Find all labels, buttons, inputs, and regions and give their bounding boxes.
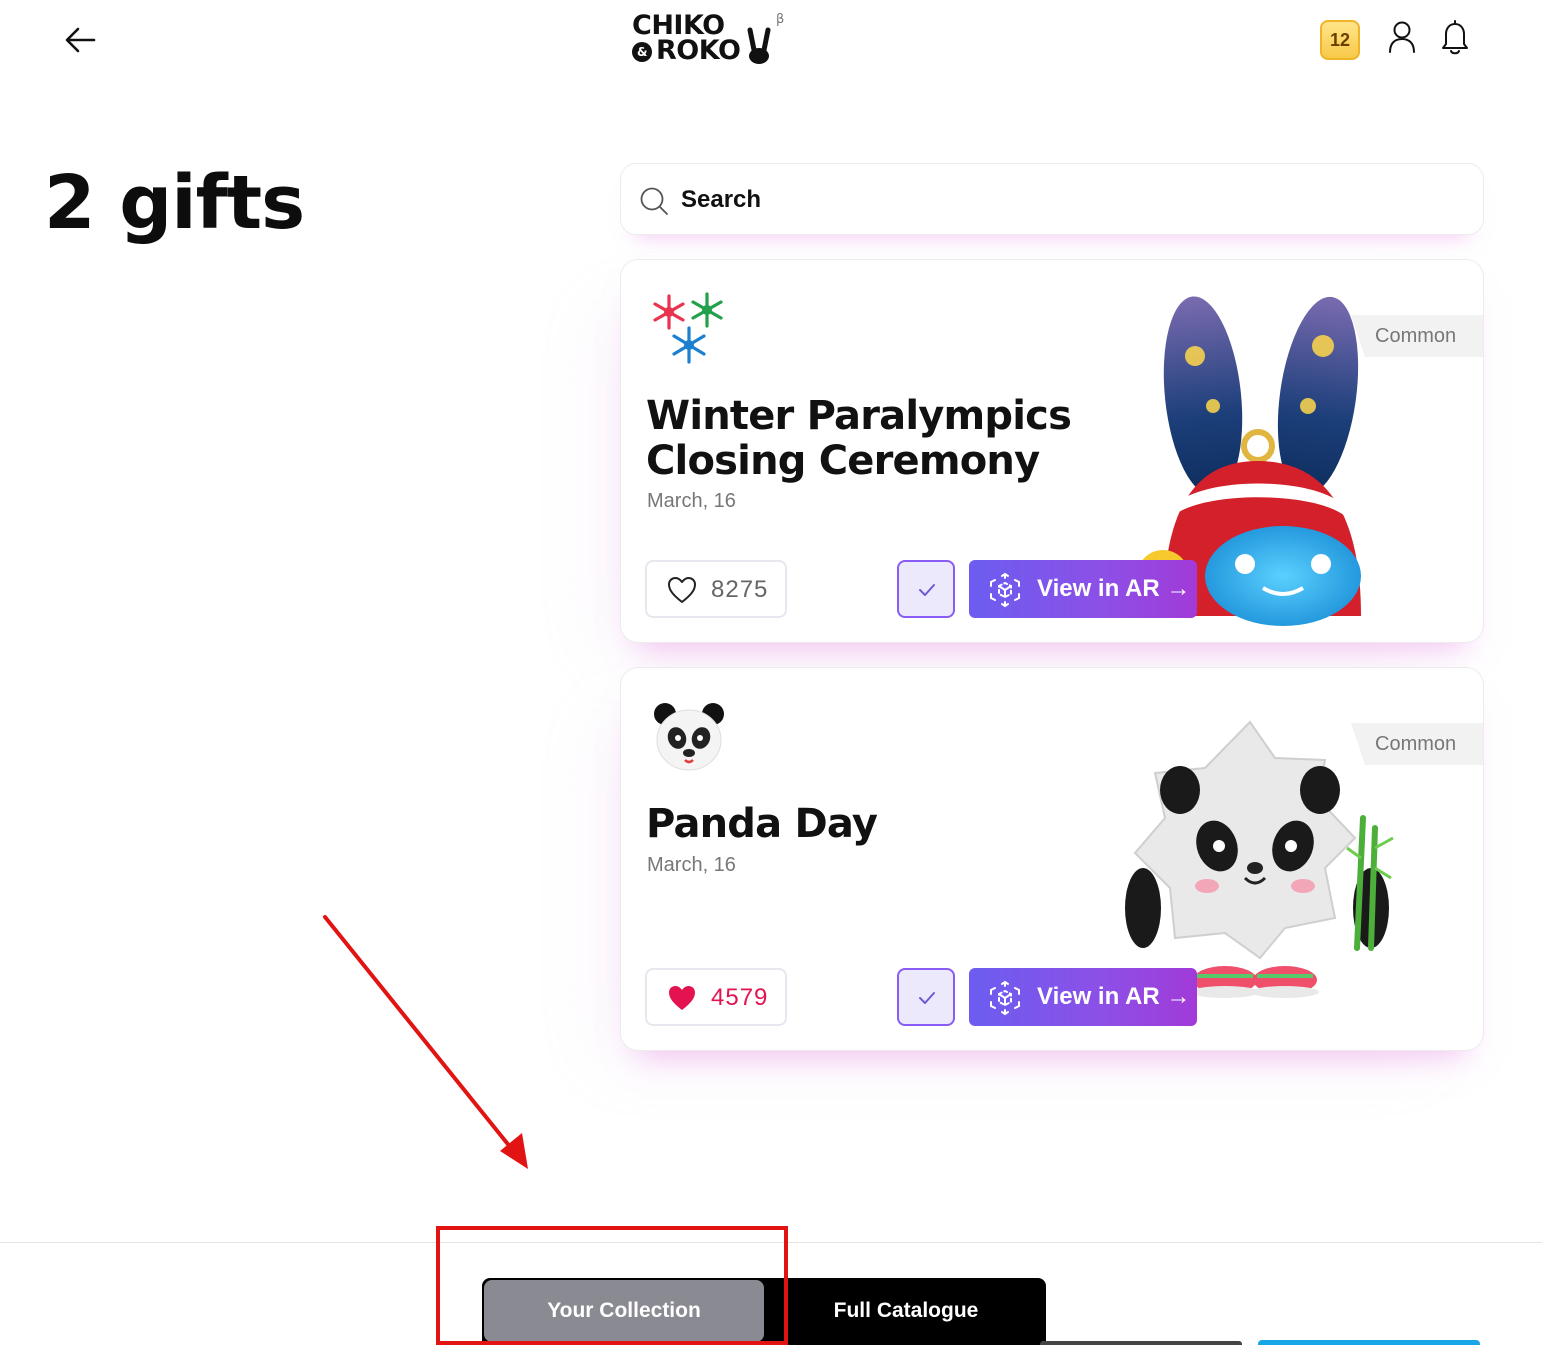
beta-label: β [776,12,785,27]
coin-counter-badge[interactable]: 12 [1320,20,1360,60]
app-logo[interactable]: CHIKO & ROKO β [632,10,792,68]
gift-date: March, 16 [647,490,736,512]
checkmark-icon [919,584,935,596]
heart-filled-icon [669,986,695,1010]
profile-button[interactable] [1386,20,1418,54]
back-button[interactable] [60,22,100,58]
page-title: 2 gifts [44,160,305,246]
bunny-ears-icon [747,27,771,64]
bell-icon [1442,20,1468,55]
search-icon [640,187,668,215]
ar-button-label: View in AR → [1037,983,1191,1010]
ar-cube-icon [990,572,1020,608]
tab-full-catalogue[interactable]: Full Catalogue [766,1280,1046,1342]
snowflakes-icon [653,292,723,364]
tab-your-collection[interactable]: Your Collection [484,1280,764,1342]
ar-button-label: View in AR → [1037,575,1191,602]
view-in-ar-button[interactable]: View in AR → [969,560,1197,618]
view-in-ar-button[interactable]: View in AR → [969,968,1197,1026]
search-bar[interactable] [620,163,1484,235]
logo-line-2: ROKO [656,35,741,66]
notifications-button[interactable] [1440,20,1470,56]
panda-face-icon [654,703,724,771]
gift-date: March, 16 [647,854,736,876]
panda-figure-image [1125,720,1394,998]
search-input[interactable] [681,180,1461,220]
checkmark-icon [919,992,935,1004]
bottom-bar-edge-blue [1258,1340,1480,1345]
heart-outline-icon [668,577,696,603]
logo-ampersand: & [632,42,652,62]
like-count: 4579 [711,984,769,1011]
gift-title: Winter Paralympics Closing Ceremony [646,393,1072,484]
bottom-bar-edge [1040,1341,1242,1345]
gift-card[interactable]: Panda Day March, 16 Common 4579 View in … [620,667,1484,1051]
arrow-left-icon [65,27,96,53]
bottom-divider [0,1242,1542,1243]
gift-card[interactable]: Winter Paralympics Closing Ceremony Marc… [620,259,1484,643]
collect-checkbox[interactable] [897,968,955,1026]
user-icon [1389,21,1415,53]
like-count: 8275 [711,576,769,603]
annotation-arrow [323,915,528,1169]
like-button[interactable]: 4579 [645,968,787,1026]
ar-cube-icon [990,980,1020,1016]
like-button[interactable]: 8275 [645,560,787,618]
collect-checkbox[interactable] [897,560,955,618]
gift-title: Panda Day [646,801,878,847]
